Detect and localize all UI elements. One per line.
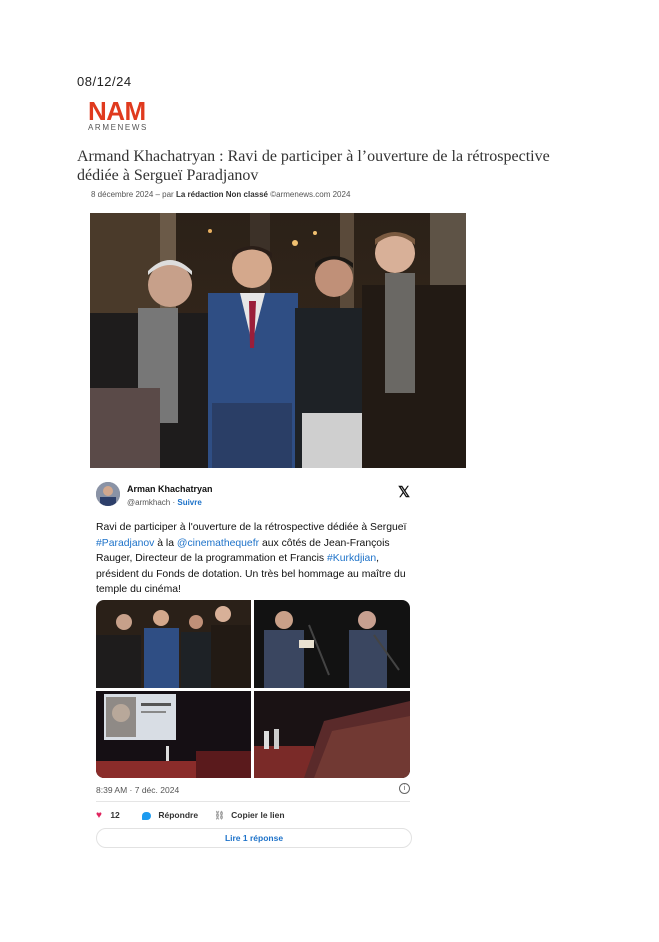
reply-label: Répondre <box>158 810 199 820</box>
copy-link-button[interactable]: ⛓ Copier le lien <box>214 810 285 821</box>
hashtag-kurkdjian[interactable]: #Kurkdjian <box>327 553 376 564</box>
article-meta: 8 décembre 2024 – par La rédaction Non c… <box>91 190 350 199</box>
read-replies-label: Lire 1 réponse <box>224 833 284 843</box>
tweet-timestamp[interactable]: 8:39 AM · 7 déc. 2024 <box>96 785 179 795</box>
heart-icon: ♥ <box>96 810 102 821</box>
copy-link-label: Copier le lien <box>231 810 285 820</box>
media-photo-speech[interactable] <box>254 600 410 688</box>
media-photo-image <box>254 691 410 778</box>
read-replies-button[interactable]: Lire 1 réponse <box>96 828 412 848</box>
avatar-image <box>96 482 120 506</box>
tweet-text-part: Ravi de participer à l'ouverture de la r… <box>96 522 407 533</box>
armenews-logo[interactable]: NAM ARMENEWS <box>88 98 158 134</box>
tweet-handle-line: @armkhach · Suivre <box>127 498 202 507</box>
byline-separator: – par <box>153 190 176 199</box>
article-photo <box>90 213 466 468</box>
logo-subtitle: ARMENEWS <box>88 123 148 132</box>
reply-button[interactable]: Répondre <box>142 810 198 820</box>
reply-bubble-icon <box>142 811 151 820</box>
tweet-card: Arman Khachatryan @armkhach · Suivre 𝕏 R… <box>90 478 418 848</box>
tweet-text-part: à la <box>154 537 177 549</box>
like-count: 12 <box>110 810 120 820</box>
info-icon[interactable]: i <box>399 783 410 794</box>
tweet-handle[interactable]: @armkhach <box>127 498 170 507</box>
media-photo-image <box>96 600 251 688</box>
avatar[interactable] <box>96 482 120 506</box>
follow-button[interactable]: Suivre <box>177 498 201 507</box>
link-icon: ⛓ <box>214 810 225 820</box>
mention-cinematheque[interactable]: @cinemathequefr <box>177 538 259 549</box>
tweet-author-name[interactable]: Arman Khachatryan <box>127 484 213 494</box>
like-button[interactable]: ♥ 12 <box>96 810 120 821</box>
media-photo-screen[interactable] <box>96 691 251 778</box>
tweet-media-grid <box>96 600 410 778</box>
x-logo-icon[interactable]: 𝕏 <box>398 483 410 501</box>
article-author[interactable]: La rédaction <box>176 190 224 199</box>
logo-name: NAM <box>88 96 146 126</box>
media-photo-image <box>96 691 251 778</box>
group-photo-image <box>90 213 466 468</box>
document-date: 08/12/24 <box>77 74 132 89</box>
media-photo-audience[interactable] <box>254 691 410 778</box>
hashtag-paradjanov[interactable]: #Paradjanov <box>96 538 154 549</box>
divider <box>96 801 410 802</box>
article-copyright: ©armenews.com 2024 <box>270 190 351 199</box>
media-photo-group[interactable] <box>96 600 251 688</box>
article-category[interactable]: Non classé <box>226 190 268 199</box>
media-photo-image <box>254 600 410 688</box>
article-date: 8 décembre 2024 <box>91 190 154 199</box>
article-title: Armand Khachatryan : Ravi de participer … <box>77 148 550 184</box>
tweet-text: Ravi de participer à l'ouverture de la r… <box>96 520 416 598</box>
